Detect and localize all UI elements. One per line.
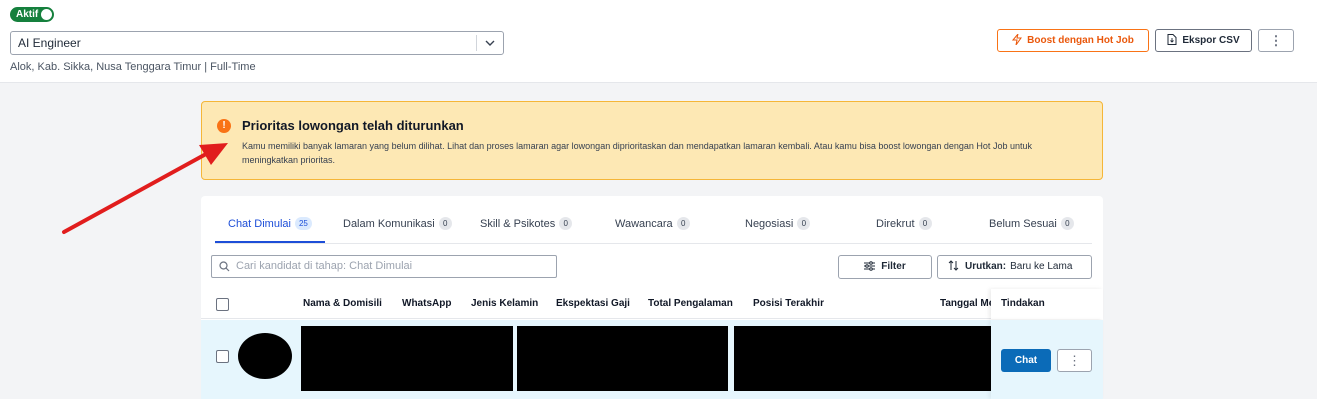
alert-title: Prioritas lowongan telah diturunkan [242, 118, 464, 133]
col-tindakan: Tindakan [991, 289, 1103, 319]
col-total-pengalaman: Total Pengalaman [648, 298, 733, 309]
sort-label: Urutkan: [965, 261, 1007, 272]
export-label: Ekspor CSV [1182, 35, 1240, 46]
tab-skill-psikotes[interactable]: Skill & Psikotes 0 [480, 208, 573, 243]
avatar [238, 333, 292, 379]
filter-button[interactable]: Filter [838, 255, 932, 279]
tab-negosiasi[interactable]: Negosiasi 0 [745, 208, 811, 243]
redacted-detail-block [734, 326, 993, 391]
alert-body: Kamu memiliki banyak lamaran yang belum … [242, 141, 1032, 165]
chat-button[interactable]: Chat [1001, 349, 1051, 372]
file-export-icon [1167, 34, 1177, 45]
status-label: Aktif [16, 9, 39, 20]
tab-label: Dalam Komunikasi [343, 218, 435, 230]
export-csv-button[interactable]: Ekspor CSV [1155, 29, 1252, 52]
chevron-down-icon [485, 40, 495, 46]
tab-count: 0 [559, 217, 573, 230]
tab-label: Negosiasi [745, 218, 794, 230]
tab-count: 0 [797, 217, 811, 230]
sort-button[interactable]: Urutkan: Baru ke Lama [937, 255, 1092, 279]
col-posisi-terakhir: Posisi Terakhir [753, 298, 824, 309]
tab-label: Belum Sesuai [989, 218, 1057, 230]
tab-label: Wawancara [615, 218, 673, 230]
toggle-knob [41, 9, 53, 20]
boost-label: Boost dengan Hot Job [1027, 35, 1134, 46]
filter-label: Filter [881, 261, 906, 272]
tab-belum-sesuai[interactable]: Belum Sesuai 0 [989, 208, 1074, 243]
job-location: Alok, Kab. Sikka, Nusa Tenggara Timur | … [10, 61, 256, 73]
tab-direkrut[interactable]: Direkrut 0 [876, 208, 932, 243]
status-toggle[interactable]: Aktif [10, 7, 55, 22]
tab-count: 0 [918, 217, 932, 230]
col-whatsapp: WhatsApp [402, 298, 452, 309]
tab-count: 0 [676, 217, 690, 230]
tab-count: 0 [1060, 217, 1074, 230]
candidate-card: Chat Dimulai 25 Dalam Komunikasi 0 Skill &… [201, 196, 1103, 399]
warning-icon: ! [217, 119, 231, 133]
col-tanggal: Tanggal Me [940, 298, 995, 309]
col-jenis-kelamin: Jenis Kelamin [471, 298, 539, 309]
tab-wawancara[interactable]: Wawancara 0 [615, 208, 690, 243]
tab-chat-dimulai[interactable]: Chat Dimulai 25 [215, 208, 325, 243]
search-placeholder: Cari kandidat di tahap: Chat Dimulai [236, 260, 413, 272]
sort-arrows-icon [948, 260, 959, 271]
row-checkbox[interactable] [216, 350, 229, 363]
tab-count: 0 [438, 217, 452, 230]
job-header: Aktif AI Engineer Alok, Kab. Sikka, Nusa… [0, 0, 1317, 83]
select-all-checkbox[interactable] [216, 298, 229, 311]
boost-hot-job-button[interactable]: Boost dengan Hot Job [997, 29, 1149, 52]
lightning-icon [1012, 33, 1023, 46]
more-options-button[interactable]: ⋮ [1258, 29, 1294, 52]
tab-label: Direkrut [876, 218, 915, 230]
select-divider [476, 35, 477, 51]
col-tindakan-label: Tindakan [1001, 298, 1045, 309]
col-nama-domisili: Nama & Domisili [303, 298, 382, 309]
tab-dalam-komunikasi[interactable]: Dalam Komunikasi 0 [343, 208, 452, 243]
col-ekspektasi-gaji: Ekspektasi Gaji [556, 298, 630, 309]
candidate-search-input[interactable]: Cari kandidat di tahap: Chat Dimulai [211, 255, 557, 278]
stage-tabs: Chat Dimulai 25 Dalam Komunikasi 0 Skill &… [215, 208, 1092, 244]
kebab-icon: ⋮ [1269, 33, 1283, 48]
tab-count: 25 [294, 217, 312, 230]
search-icon [219, 261, 230, 272]
job-select[interactable]: AI Engineer [10, 31, 504, 55]
redacted-name-block [301, 326, 513, 391]
row-more-button[interactable]: ⋮ [1057, 349, 1092, 372]
sliders-icon [864, 261, 876, 271]
row-actions: Chat ⋮ [991, 320, 1103, 399]
priority-alert: ! Prioritas lowongan telah diturunkan Ka… [201, 101, 1103, 180]
table-header: Nama & Domisili WhatsApp Jenis Kelamin E… [201, 289, 1103, 319]
kebab-icon: ⋮ [1068, 353, 1081, 368]
job-select-value: AI Engineer [18, 36, 81, 50]
tab-label: Skill & Psikotes [480, 218, 556, 230]
redacted-info-block [517, 326, 728, 391]
tab-label: Chat Dimulai [228, 218, 291, 230]
sort-value: Baru ke Lama [1010, 261, 1073, 272]
table-row[interactable]: Chat ⋮ [201, 320, 1103, 399]
